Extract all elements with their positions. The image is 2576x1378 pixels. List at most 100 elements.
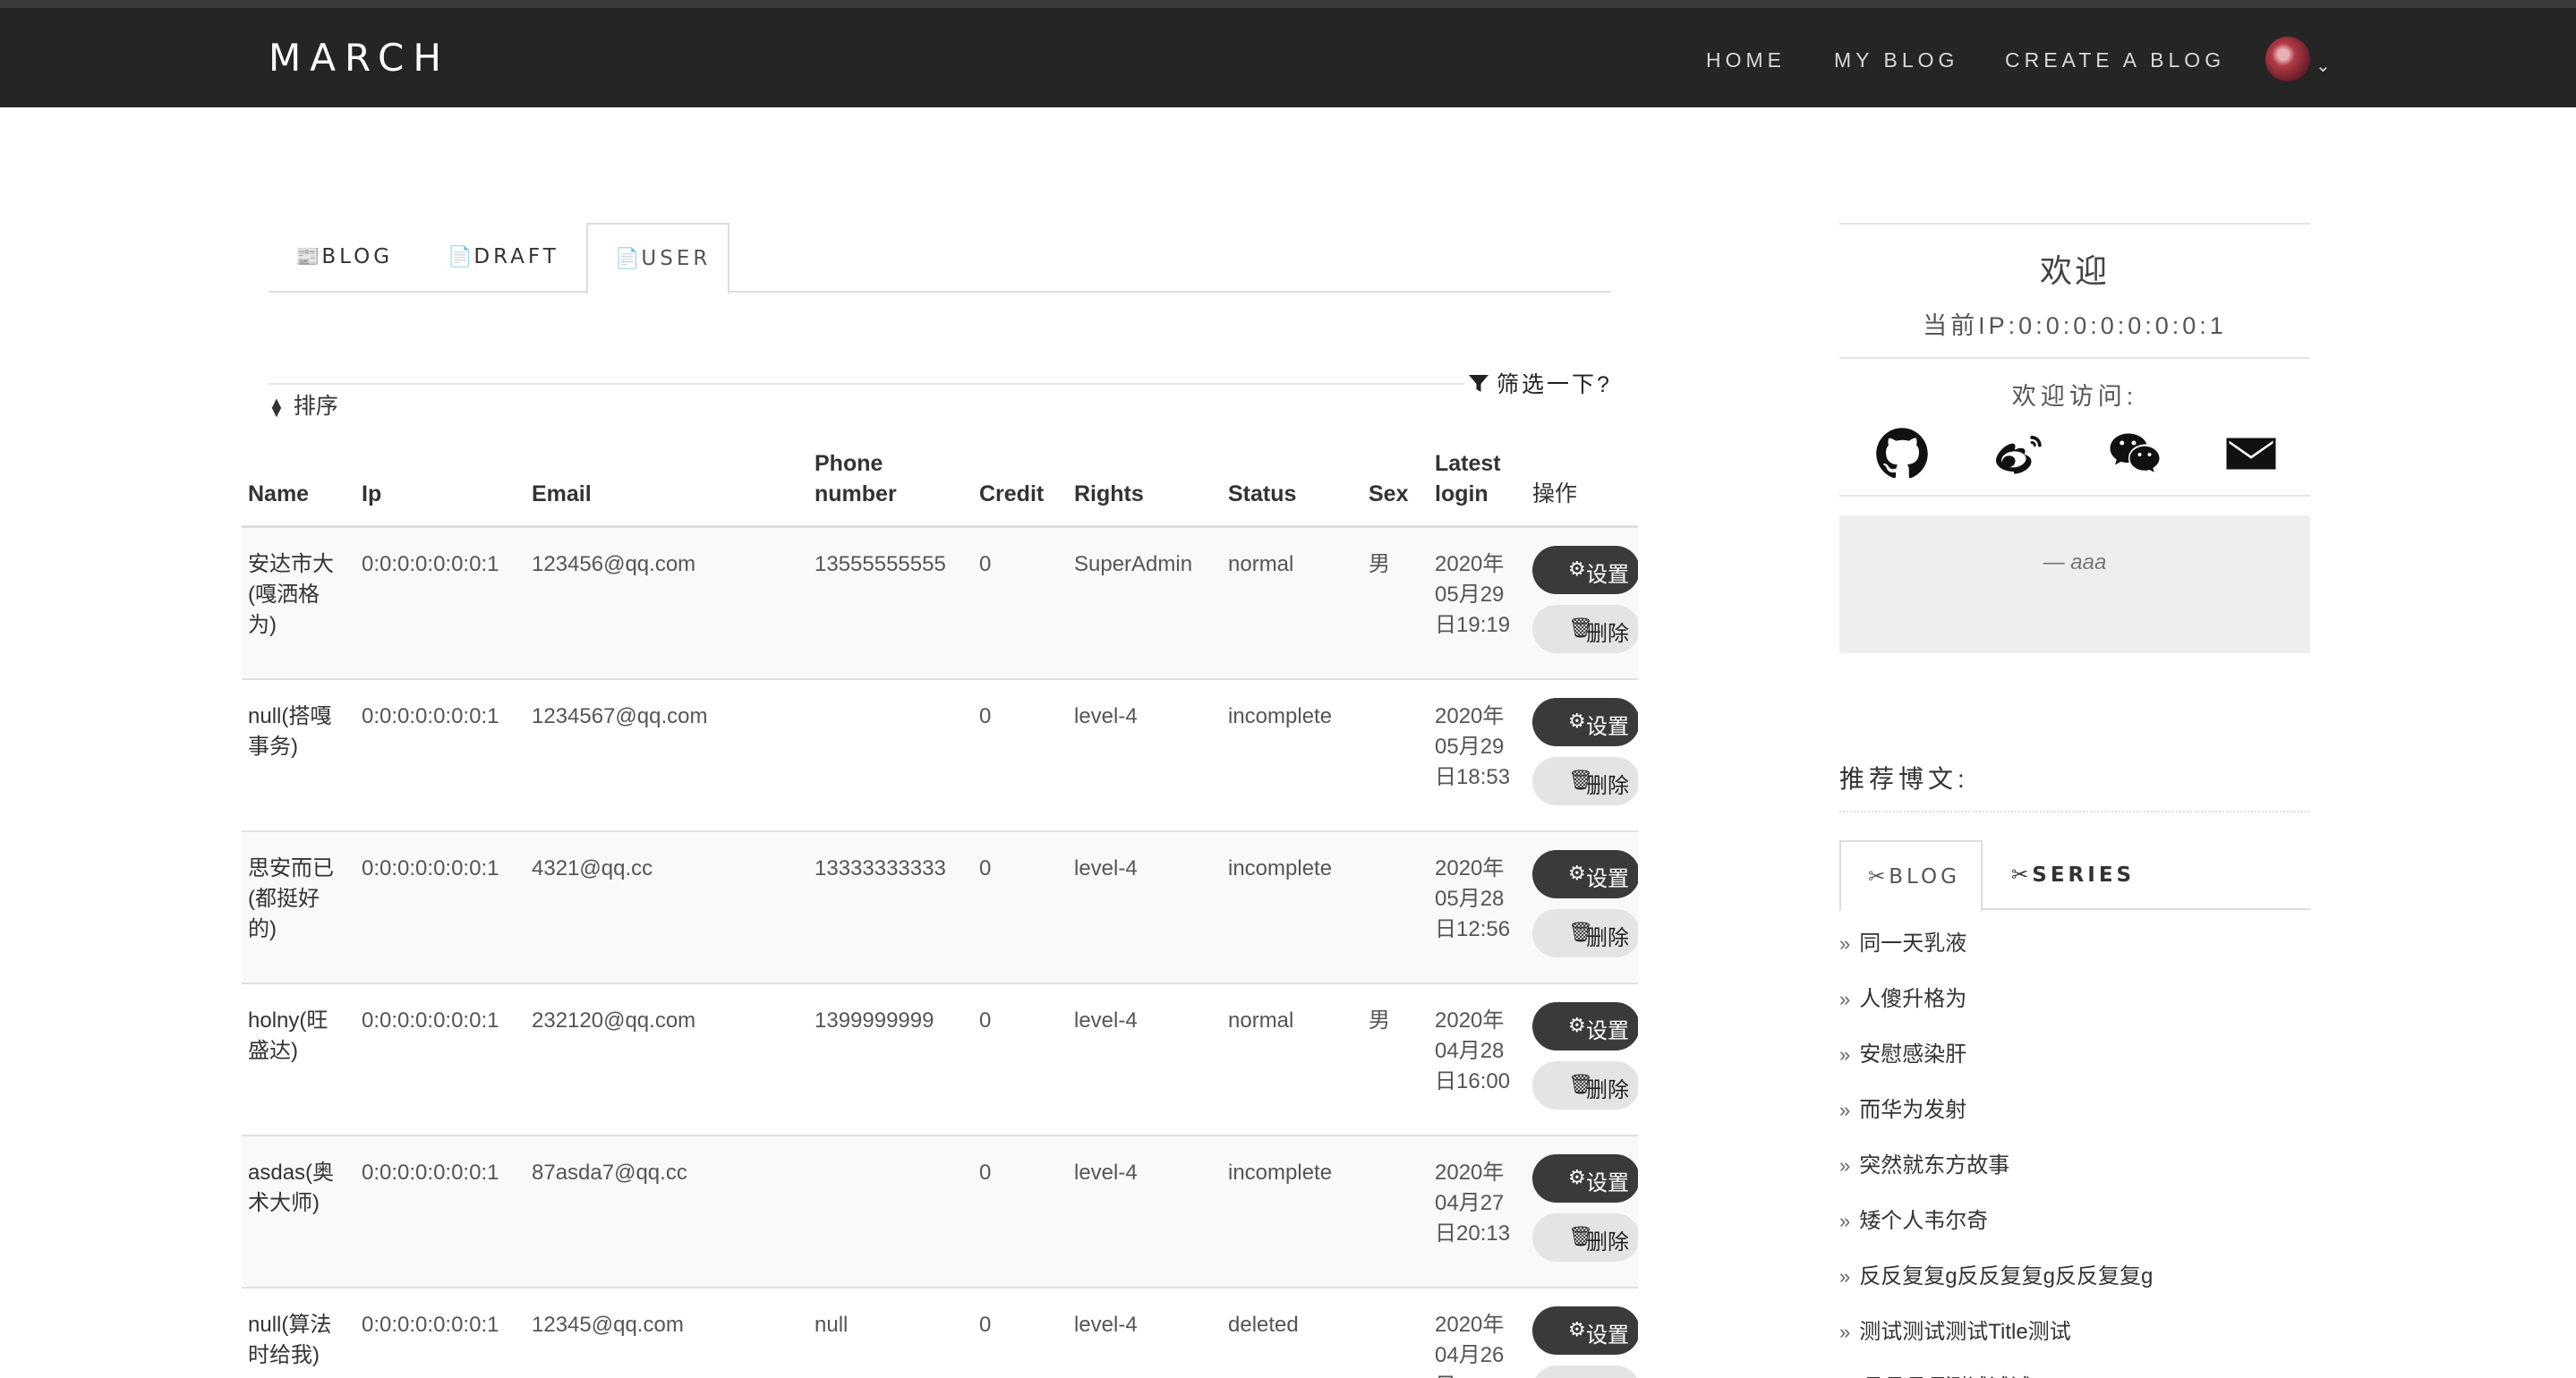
user-table: Name Ip Email Phone number Credit Rights… [242,438,1640,1378]
bullet: » [1839,1210,1851,1232]
email-cell: 87asda7@qq.cc [532,1161,687,1185]
nav-home-link[interactable]: HOME [1706,48,1786,72]
sidebar-divider [1839,495,2310,497]
github-icon[interactable] [1875,427,1929,481]
col-email-header[interactable]: Email [532,479,592,509]
quote-text: — aaa [2043,550,2107,574]
bullet: » [1839,1099,1851,1121]
filter-divider [269,383,1611,385]
chevron-down-icon[interactable]: ⌄ [2316,55,2331,77]
email-cell: 1234567@qq.com [532,704,708,728]
col-ops-header: 操作 [1532,481,1578,506]
settings-button-label: 设置 [1586,1323,1629,1348]
user-name-cell: null(搭嘎事务) [248,704,332,759]
col-sex-header[interactable]: Sex [1369,479,1408,509]
credit-cell: 0 [979,1313,992,1337]
delete-button[interactable]: 🗑删除 [1532,909,1640,957]
settings-button-label: 设置 [1586,563,1629,587]
recommended-item[interactable]: » 而华为发射 [1839,1092,1966,1123]
rights-cell: level-4 [1074,1313,1138,1337]
visit-label: 欢迎访问: [2011,383,2138,410]
table-row: null(算法时给我) 0:0:0:0:0:0:0:1 12345@qq.com nu… [242,1289,1640,1378]
nav-my-blog-link[interactable]: MY BLOG [1834,48,1958,72]
table-scroll-edge [1638,438,1692,1378]
recommended-item[interactable]: » 人傻升格为 [1839,981,1966,1012]
tab-blog[interactable]: 📰BLOG [295,223,393,293]
settings-button[interactable]: ⚙ 设置 [1532,1002,1640,1051]
gear-icon: ⚙ [1568,1318,1586,1340]
trash-icon: 🗑 [1568,769,1593,791]
ip-cell: 0:0:0:0:0:0:0:1 [362,1313,499,1337]
col-rights-header[interactable]: Rights [1074,479,1144,509]
top-navbar: MARCH HOME MY BLOG CREATE A BLOG ⌄ [0,0,2576,107]
delete-button[interactable]: 🗑删除 [1532,1213,1640,1262]
credit-cell: 0 [979,856,992,880]
email-icon[interactable] [2224,427,2278,481]
site-brand[interactable]: MARCH [269,36,450,80]
table-row: 思安而已(都挺好的) 0:0:0:0:0:0:0:1 4321@qq.cc 13333… [242,832,1640,984]
wechat-icon[interactable] [2108,427,2162,481]
settings-button-label: 设置 [1586,715,1629,739]
tab-recommended-blog[interactable]: ✂BLOG [1839,840,1983,912]
delete-button[interactable]: 🗑删除 [1532,1365,1640,1378]
col-login-header[interactable]: Latest login [1435,448,1515,509]
ip-cell: 0:0:0:0:0:0:0:1 [362,552,499,576]
user-avatar[interactable] [2265,37,2310,81]
settings-button[interactable]: ⚙ 设置 [1532,850,1640,898]
rights-cell: level-4 [1074,1008,1138,1033]
col-credit-header[interactable]: Credit [979,479,1044,509]
filter-button[interactable]: 筛选一下? [1464,367,1612,399]
recommended-item[interactable]: » 反反复复g反反复复g反反复复g [1839,1258,2153,1289]
admin-tabs: 📰BLOG 📄DRAFT 📄USER [269,223,1611,294]
tab-recommended-series[interactable]: ✂SERIES [2011,840,2135,910]
recommended-item-title: 矮个人韦尔奇 [1859,1209,1989,1233]
settings-button-label: 设置 [1586,1171,1629,1195]
rights-cell: level-4 [1074,704,1138,728]
settings-button[interactable]: ⚙ 设置 [1532,1306,1640,1355]
recommended-item[interactable]: » 突然就东方故事 [1839,1147,2009,1178]
user-name-cell: 安达市大(嘎洒格为) [248,552,334,637]
col-status-header[interactable]: Status [1228,479,1296,509]
status-cell: incomplete [1228,704,1333,728]
col-ip-header[interactable]: Ip [362,479,381,509]
recommended-item[interactable]: » 同一天乳液 [1839,925,1966,957]
delete-button[interactable]: 🗑删除 [1532,757,1640,805]
tab-draft[interactable]: 📄DRAFT [448,223,559,293]
settings-button[interactable]: ⚙ 设置 [1532,546,1640,594]
recommended-item[interactable]: » 矮个人韦尔奇 [1839,1203,1988,1234]
gear-icon: ⚙ [1568,1014,1586,1036]
credit-cell: 0 [979,552,992,576]
settings-button[interactable]: ⚙ 设置 [1532,1154,1640,1203]
recommended-item[interactable]: » 测试测试测试Title测试 [1839,1314,2071,1345]
weibo-icon[interactable] [1992,427,2045,481]
trash-icon: 🗑 [1568,921,1593,943]
bullet: » [1839,932,1851,955]
recommended-item-title: 测试测试测试Title测试 [1859,1320,2071,1344]
status-cell: normal [1228,1008,1294,1033]
tab-recommended-series-label: SERIES [2032,863,2136,887]
gear-icon: ⚙ [1568,1166,1586,1188]
credit-cell: 0 [979,1161,992,1185]
bullet: » [1839,1043,1851,1066]
email-cell: 123456@qq.com [532,552,696,576]
nav-create-blog-link[interactable]: CREATE A BLOG [2005,48,2225,72]
col-name-header[interactable]: Name [248,479,309,509]
bullet: » [1839,1265,1851,1288]
sort-button[interactable]: ▲ ▼ 排序 [269,388,338,421]
latest-login-cell: 2020年04月26日 [1435,1313,1505,1378]
email-cell: 12345@qq.com [532,1313,684,1337]
rights-cell: level-4 [1074,1161,1138,1185]
status-cell: incomplete [1228,856,1333,880]
delete-button[interactable]: 🗑删除 [1532,605,1640,653]
settings-button[interactable]: ⚙ 设置 [1532,698,1640,746]
user-name-cell: asdas(奥术大师) [248,1161,335,1215]
delete-button[interactable]: 🗑删除 [1532,1061,1640,1110]
col-phone-header[interactable]: Phone number [815,448,922,509]
email-cell: 232120@qq.com [532,1008,696,1033]
recommended-item[interactable]: »嘎嘎嘎嘎测试试试 [1839,1369,2031,1378]
settings-button-label: 设置 [1586,867,1629,891]
trash-icon: 🗑 [1568,1073,1593,1095]
tab-user[interactable]: 📄USER [586,223,729,294]
recommended-item[interactable]: » 安慰感染肝 [1839,1036,1966,1068]
document-icon: 📄 [448,246,473,268]
